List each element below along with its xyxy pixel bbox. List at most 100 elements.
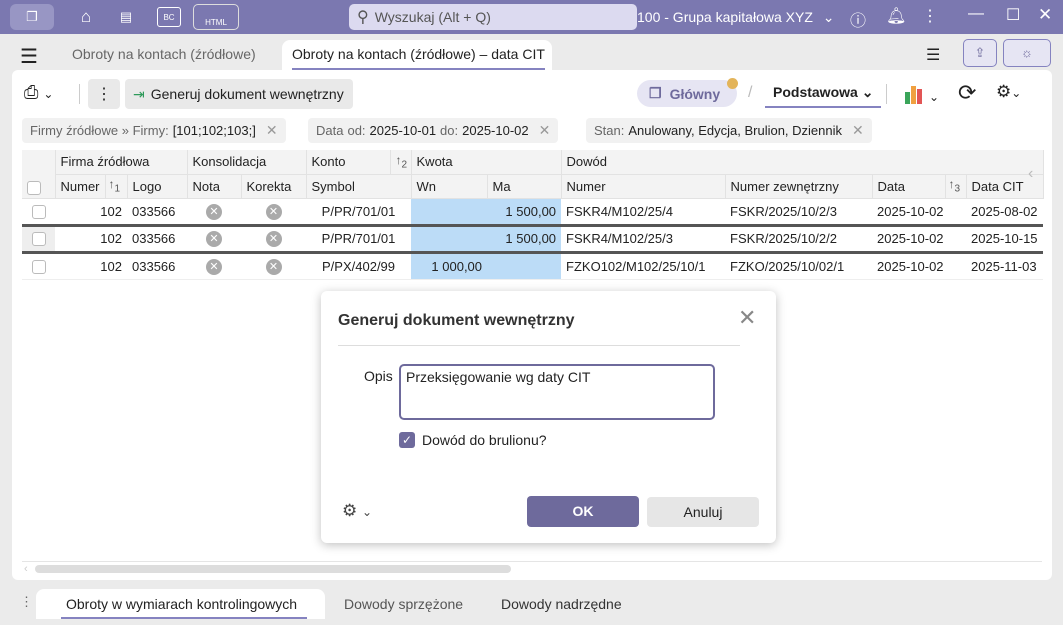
import-document-icon: ⇥: [133, 85, 145, 102]
print-button[interactable]: ⎙ ⌄: [24, 82, 53, 103]
cell-dowod-numer: FZKO102/M102/25/10/1: [561, 252, 726, 280]
column-header-nota[interactable]: Nota: [187, 174, 242, 199]
close-icon[interactable]: ✕: [738, 305, 756, 331]
cell-symbol: P/PX/402/99: [306, 252, 412, 280]
column-header-dowod-numer[interactable]: Numer: [561, 174, 726, 199]
divider: [886, 84, 887, 104]
home-icon[interactable]: ⌂: [74, 4, 98, 30]
bottom-tab-obroty-wymiary[interactable]: Obroty w wymiarach kontrolingowych: [36, 589, 325, 619]
lightbulb-button[interactable]: ☼: [1003, 39, 1051, 67]
search-icon: ⚲: [357, 9, 369, 26]
more-actions-button[interactable]: ⋮: [88, 79, 120, 109]
cell-dowod-numer: FSKR4/M102/25/3: [561, 223, 726, 254]
group-header-kwota: Kwota: [411, 150, 562, 175]
filter-chip-stan[interactable]: Stan: Anulowany, Edycja, Brulion, Dzienni…: [586, 118, 872, 143]
app-logo-icon[interactable]: ❐: [10, 4, 54, 30]
x-circle-icon: ✕: [265, 258, 282, 275]
bottom-tab-dowody-nadrzedne[interactable]: Dowody nadrzędne: [493, 589, 630, 619]
newspaper-icon[interactable]: ▤: [114, 4, 138, 30]
sort-indicator-2[interactable]: ↑2: [390, 150, 412, 175]
column-header-wn[interactable]: Wn: [411, 174, 488, 199]
column-header-numer-zewnetrzny[interactable]: Numer zewnętrzny: [725, 174, 873, 199]
chart-button[interactable]: ⌄: [905, 84, 939, 104]
group-header-konto: Konto: [306, 150, 391, 175]
chevron-down-icon: ⌄: [361, 505, 373, 519]
data-grid: Firma źródłowa Konsolidacja Konto ↑2 Kwo…: [22, 150, 1044, 280]
brulion-checkbox-label[interactable]: Dowód do brulionu?: [422, 432, 547, 448]
more-vertical-icon[interactable]: ⋮: [922, 6, 938, 26]
divider: [22, 561, 1042, 562]
close-button[interactable]: ✕: [1038, 5, 1052, 25]
html-icon[interactable]: HTML: [193, 4, 239, 30]
share-button[interactable]: ⇪: [963, 39, 997, 67]
gears-icon: ⚙: [342, 501, 358, 520]
settings-menu-button[interactable]: ⚙ ⌄: [342, 501, 372, 521]
table-row[interactable]: 102 033566 ✕ ✕ P/PR/701/01 1 500,00 FSKR…: [22, 198, 1044, 226]
grid-settings-icon[interactable]: ⚙⌄: [996, 82, 1021, 102]
bc-icon[interactable]: BC: [157, 7, 181, 27]
menu-icon[interactable]: ☰: [20, 44, 38, 69]
bottom-tab-dowody-sprzezone[interactable]: Dowody sprzężone: [336, 589, 471, 619]
scroll-left-icon[interactable]: ‹: [1028, 165, 1033, 183]
title-bar: ❐ ⌂ ▤ BC HTML ⚲ Wyszukaj (Alt + Q) 100 - …: [0, 0, 1063, 34]
cell-numer: 102: [55, 223, 127, 254]
close-icon[interactable]: ✕: [539, 122, 551, 139]
bell-icon[interactable]: 🔔︎: [886, 6, 906, 26]
cell-symbol: P/PR/701/01: [306, 198, 412, 226]
more-vertical-icon[interactable]: ⋮: [20, 594, 33, 610]
sort-indicator-3[interactable]: ↑3: [945, 174, 967, 199]
cell-ma: [487, 252, 562, 280]
x-circle-icon: ✕: [206, 231, 223, 247]
divider: [79, 84, 80, 104]
close-icon[interactable]: ✕: [266, 122, 278, 139]
sort-indicator-1[interactable]: ↑1: [105, 174, 128, 199]
cell-data: 2025-10-02: [872, 223, 967, 254]
tab-obroty[interactable]: Obroty na kontach (źródłowe): [62, 40, 266, 70]
row-checkbox[interactable]: [31, 204, 46, 219]
close-icon[interactable]: ✕: [852, 122, 864, 139]
view-glowny-button[interactable]: ❐ Główny: [637, 80, 737, 107]
tab-obroty-data-cit[interactable]: Obroty na kontach (źródłowe) – data CIT: [282, 40, 552, 70]
opis-textarea[interactable]: Przeksięgowanie wg daty CIT: [399, 364, 715, 420]
brulion-checkbox[interactable]: ✓: [399, 432, 415, 448]
chevron-down-icon: ⌄: [861, 84, 874, 100]
share-icon: ⇪: [974, 45, 986, 60]
cancel-button[interactable]: Anuluj: [647, 497, 759, 527]
chart-bar-icon: [911, 86, 916, 104]
column-header-korekta[interactable]: Korekta: [241, 174, 307, 199]
select-all-checkbox[interactable]: [27, 180, 41, 195]
column-header-logo[interactable]: Logo: [127, 174, 188, 199]
minimize-button[interactable]: —: [968, 5, 984, 23]
list-settings-icon[interactable]: ☰: [926, 45, 940, 65]
layout-selector[interactable]: Podstawowa ⌄: [765, 84, 882, 108]
horizontal-scrollbar[interactable]: [35, 565, 511, 573]
column-header-ma[interactable]: Ma: [487, 174, 562, 199]
scroll-left-arrow[interactable]: ‹: [24, 563, 28, 575]
search-input[interactable]: ⚲ Wyszukaj (Alt + Q): [349, 4, 637, 30]
refresh-icon[interactable]: ⟳: [958, 80, 976, 106]
cell-symbol: P/PR/701/01: [306, 223, 412, 254]
column-header-symbol[interactable]: Symbol: [306, 174, 412, 199]
table-row-selected[interactable]: 102 033566 ✕ ✕ P/PR/701/01 1 500,00 FSKR…: [22, 223, 1044, 254]
ok-button[interactable]: OK: [527, 496, 639, 527]
row-checkbox[interactable]: [31, 259, 46, 274]
generate-document-button[interactable]: ⇥ Generuj dokument wewnętrzny: [125, 79, 353, 109]
row-checkbox[interactable]: [31, 232, 46, 247]
filter-chip-firmy[interactable]: Firmy źródłowe » Firmy: [101;102;103;] ✕: [22, 118, 286, 143]
chevron-down-icon: ⌄: [822, 9, 835, 25]
cell-data-cit: 2025-11-03: [966, 252, 1044, 280]
column-header-data[interactable]: Data: [872, 174, 946, 199]
chevron-down-icon: ⌄: [929, 90, 940, 104]
cell-wn: [411, 198, 488, 226]
filter-chip-data[interactable]: Data od: 2025-10-01 do: 2025-10-02 ✕: [308, 118, 559, 143]
help-icon[interactable]: ⓘ: [850, 7, 866, 31]
cell-wn: 1 000,00: [411, 252, 488, 280]
notification-dot: [727, 78, 738, 89]
table-row[interactable]: 102 033566 ✕ ✕ P/PX/402/99 1 000,00 FZKO…: [22, 252, 1044, 280]
column-header-numer[interactable]: Numer: [55, 174, 106, 199]
cell-numer-zewnetrzny: FSKR/2025/10/2/3: [725, 198, 873, 226]
group-header-firma: Firma źródłowa: [55, 150, 188, 175]
chart-bar-icon: [905, 92, 910, 104]
maximize-button[interactable]: ☐: [1006, 5, 1020, 25]
company-selector[interactable]: 100 - Grupa kapitałowa XYZ ⌄: [637, 9, 835, 26]
